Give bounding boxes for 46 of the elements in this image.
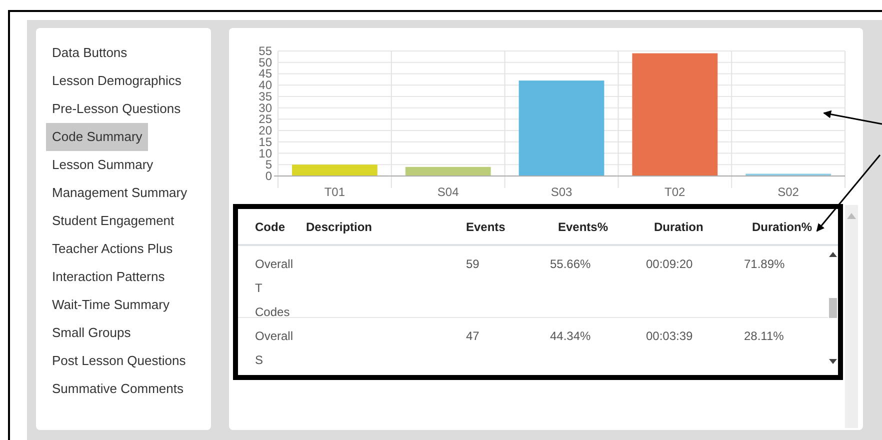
y-tick-label: 45 [258, 66, 272, 81]
sidebar-item[interactable]: Small Groups [46, 319, 137, 347]
sidebar-item[interactable]: Post Lesson Questions [46, 347, 192, 375]
sidebar-item[interactable]: Teacher Actions Plus [46, 235, 179, 263]
table-cell-text: 71.89% [744, 256, 786, 273]
table-cell-text: Overall S [255, 328, 293, 369]
column-header: Duration% [751, 218, 813, 236]
x-axis-label: T01 [324, 185, 346, 199]
sidebar-item[interactable]: Summative Comments [46, 375, 190, 403]
scrollbar-thumb[interactable] [828, 298, 836, 318]
y-tick-label: 10 [258, 146, 272, 160]
sidebar-item[interactable]: Wait-Time Summary [46, 291, 176, 319]
sidebar-item[interactable]: Student Engagement [46, 207, 180, 235]
scroll-up-icon[interactable] [828, 252, 836, 257]
table-cell-text: 28.11% [744, 328, 785, 345]
column-header: Events% [557, 218, 610, 236]
sidebar-item[interactable]: Lesson Summary [46, 151, 160, 179]
table-cell-text: 00:03:39 [646, 328, 694, 345]
sidebar-item[interactable]: Interaction Patterns [46, 263, 171, 291]
annotation-arrow [823, 110, 882, 125]
sidebar-item[interactable]: Lesson Demographics [46, 67, 188, 95]
y-tick-label: 5 [265, 158, 272, 172]
y-tick-label: 50 [258, 55, 272, 70]
table-cell-text: Overall T Codes [255, 256, 293, 321]
column-header: Code [255, 218, 286, 236]
table-cell-text: 55.66% [550, 256, 592, 273]
table-cell-text: 44.34% [550, 328, 592, 345]
table-cell-text: 47 [466, 328, 480, 345]
x-axis-label: S02 [778, 185, 799, 199]
y-tick-label: 55 [258, 45, 272, 58]
sidebar-item[interactable]: Data Buttons [46, 39, 134, 67]
sidebar-item[interactable]: Pre-Lesson Questions [46, 95, 187, 123]
y-tick-label: 30 [258, 100, 272, 115]
y-tick-label: 25 [258, 112, 272, 126]
scroll-down-icon[interactable] [828, 359, 836, 364]
table-cell-text: 00:09:20 [646, 256, 694, 273]
sidebar-item[interactable]: Code Summary [46, 123, 148, 151]
x-axis-label: S04 [437, 185, 459, 199]
y-tick-label: 0 [265, 169, 272, 183]
column-header: Events [466, 218, 506, 236]
sidebar-item[interactable]: Management Summary [46, 179, 194, 207]
column-header: Duration [653, 218, 704, 236]
column-header: Description [306, 218, 374, 236]
x-axis-label: T02 [664, 185, 686, 199]
table-cell-text: 59 [466, 256, 480, 273]
x-axis-label: S03 [550, 185, 572, 199]
